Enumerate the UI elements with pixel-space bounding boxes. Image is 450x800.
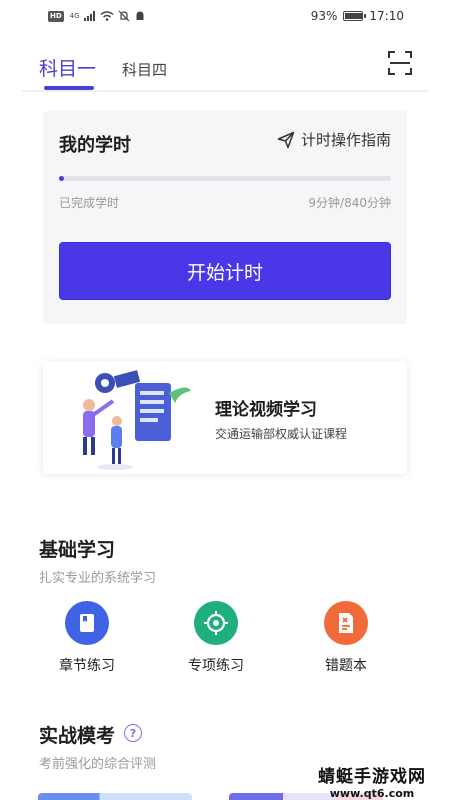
status-bar: HD 4G 93% 17:10	[0, 0, 450, 34]
subject-tabs: 科目一 科目四	[0, 46, 450, 92]
study-progress-bar	[59, 176, 391, 181]
network-type: 4G	[69, 12, 80, 20]
timing-guide-label: 计时操作指南	[300, 131, 391, 149]
watermark-text: 蜻蜓手游戏网	[318, 767, 426, 787]
video-study-title: 理论视频学习	[215, 400, 317, 420]
mock-exam-card[interactable]	[38, 793, 192, 800]
tabs-divider	[22, 90, 428, 92]
tab-subject-four[interactable]: 科目四	[122, 59, 167, 80]
mock-exam-title: 实战模考	[39, 725, 116, 747]
status-right: 93% 17:10	[311, 9, 404, 23]
battery-icon	[343, 11, 367, 21]
study-time-card: 我的学时 计时操作指南 已完成学时 9分钟/840分钟 开始计时	[43, 111, 407, 324]
timing-guide-link[interactable]: 计时操作指南	[277, 129, 391, 150]
video-study-subtitle: 交通运输部权威认证课程	[215, 427, 348, 441]
chapter-practice-label: 章节练习	[59, 658, 115, 674]
tab-subject-one[interactable]: 科目一	[39, 54, 96, 81]
wifi-icon	[100, 11, 114, 21]
send-icon	[277, 131, 295, 148]
target-icon	[194, 601, 238, 645]
video-study-card[interactable]: 理论视频学习 交通运输部权威认证课程	[43, 361, 407, 474]
status-left: HD 4G	[48, 10, 146, 22]
wrong-questions-label: 错题本	[325, 658, 367, 674]
wrong-questions-button[interactable]: 错题本	[296, 601, 396, 681]
mute-bell-icon	[118, 10, 129, 22]
mock-exam-subtitle: 考前强化的综合评测	[39, 757, 157, 772]
basic-study-subtitle: 扎实专业的系统学习	[39, 571, 157, 586]
book-icon	[65, 601, 109, 645]
video-study-illustration	[83, 370, 191, 470]
notification-icon	[136, 11, 144, 20]
study-time-title: 我的学时	[59, 135, 131, 156]
error-doc-icon	[324, 601, 368, 645]
hd-badge: HD	[48, 10, 64, 22]
scan-icon[interactable]	[387, 50, 413, 76]
study-progress-fill	[59, 176, 64, 181]
help-icon[interactable]: ?	[124, 724, 142, 742]
completed-hours-label: 已完成学时	[59, 196, 120, 210]
battery-fill	[345, 13, 363, 19]
battery-percent: 93%	[310, 9, 338, 23]
watermark-url: www.qt6.com	[329, 787, 415, 800]
special-practice-button[interactable]: 专项练习	[166, 601, 266, 681]
basic-study-title: 基础学习	[39, 539, 116, 561]
special-practice-label: 专项练习	[188, 658, 244, 674]
site-watermark: 蜻蜓手游戏网 www.qt6.com	[308, 762, 436, 800]
minutes-count: 9分钟/840分钟	[308, 196, 391, 210]
start-timing-button[interactable]: 开始计时	[59, 242, 391, 300]
signal-icon	[83, 11, 95, 21]
chapter-practice-button[interactable]: 章节练习	[37, 601, 137, 681]
clock: 17:10	[369, 9, 404, 23]
